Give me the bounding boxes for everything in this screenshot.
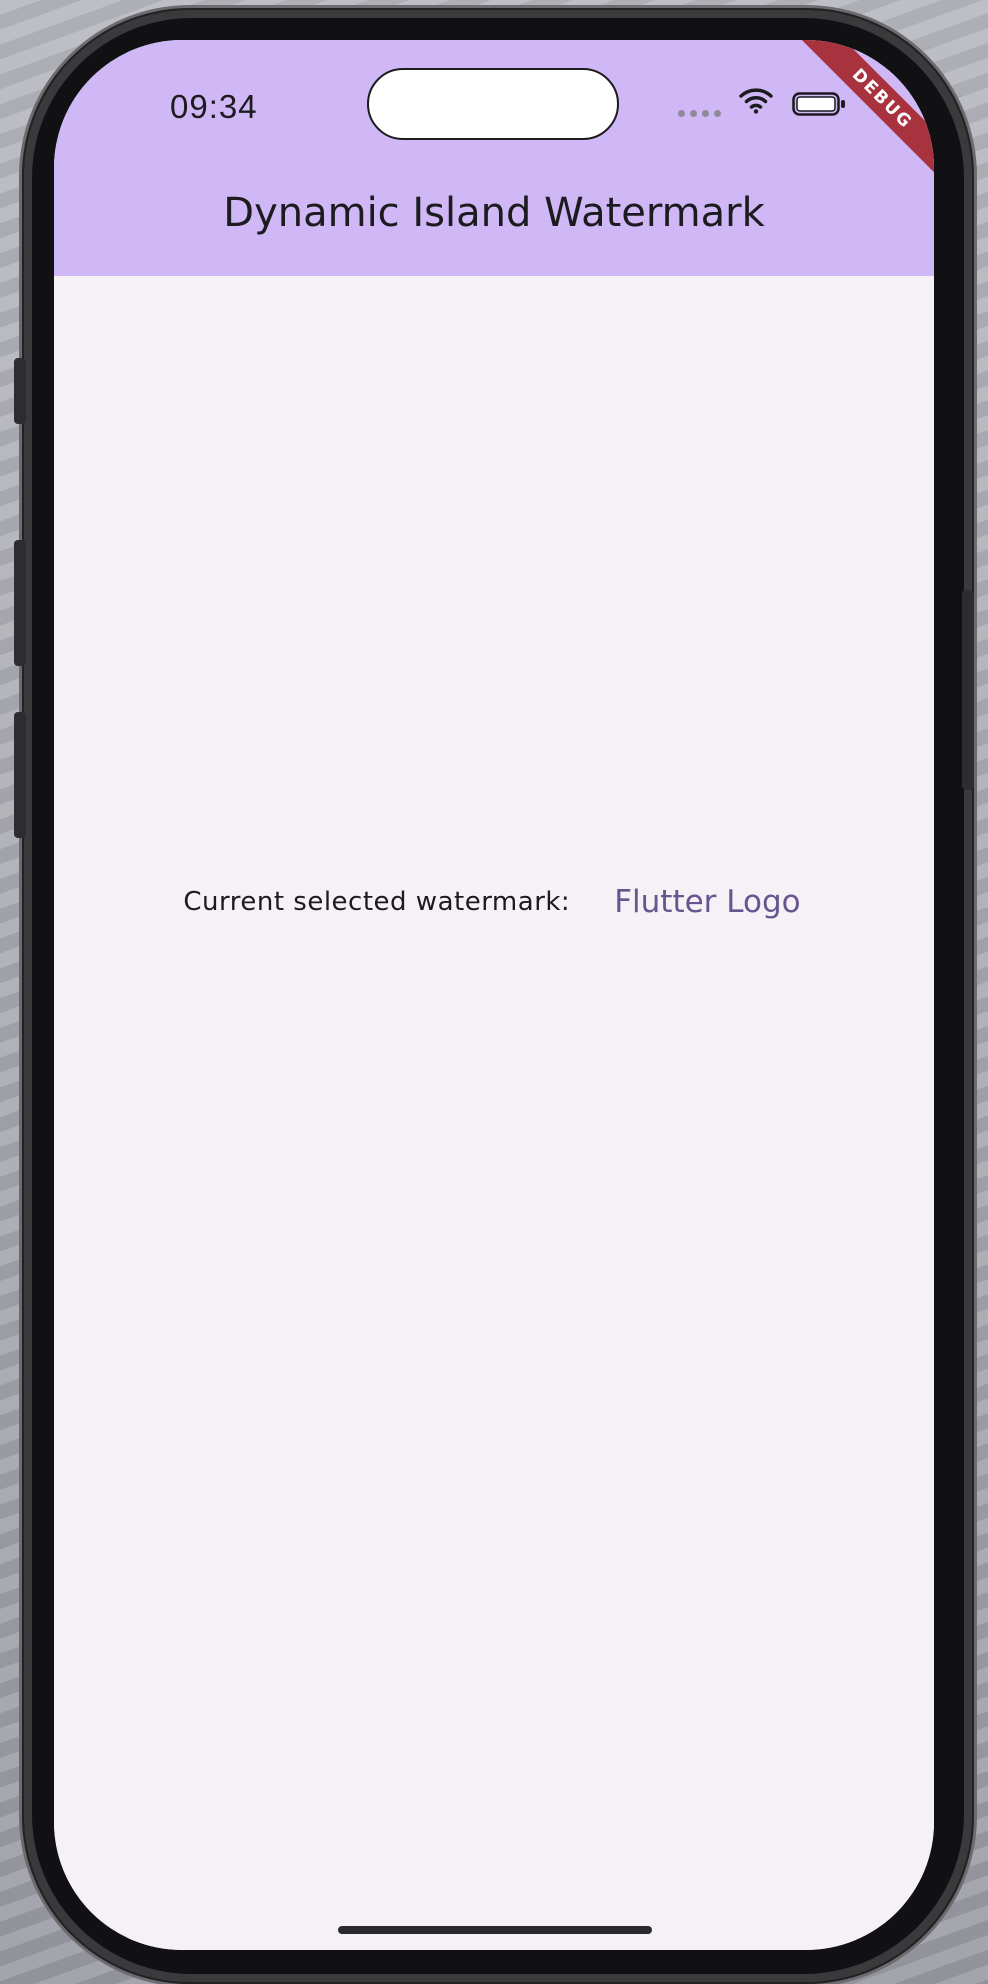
watermark-select-button[interactable]: Flutter Logo [610, 876, 804, 928]
watermark-row: Current selected watermark: Flutter Logo [54, 876, 934, 928]
status-time: 09:34 [170, 88, 258, 125]
phone-screen: 09:34 Dynamic Island Watermark DEBUG Cur… [54, 40, 934, 1950]
silent-switch [14, 358, 26, 424]
volume-up-button [14, 540, 26, 666]
watermark-label: Current selected watermark: [183, 887, 571, 917]
home-indicator[interactable] [338, 1926, 652, 1934]
app-bar: 09:34 Dynamic Island Watermark DEBUG [54, 40, 934, 276]
cellular-signal-icon [678, 110, 721, 117]
volume-down-button [14, 712, 26, 838]
battery-icon [792, 92, 845, 116]
wifi-icon [739, 88, 773, 114]
page-title: Dynamic Island Watermark [223, 190, 765, 236]
content-area [54, 276, 934, 1950]
dynamic-island [367, 68, 619, 140]
power-button [962, 590, 974, 790]
